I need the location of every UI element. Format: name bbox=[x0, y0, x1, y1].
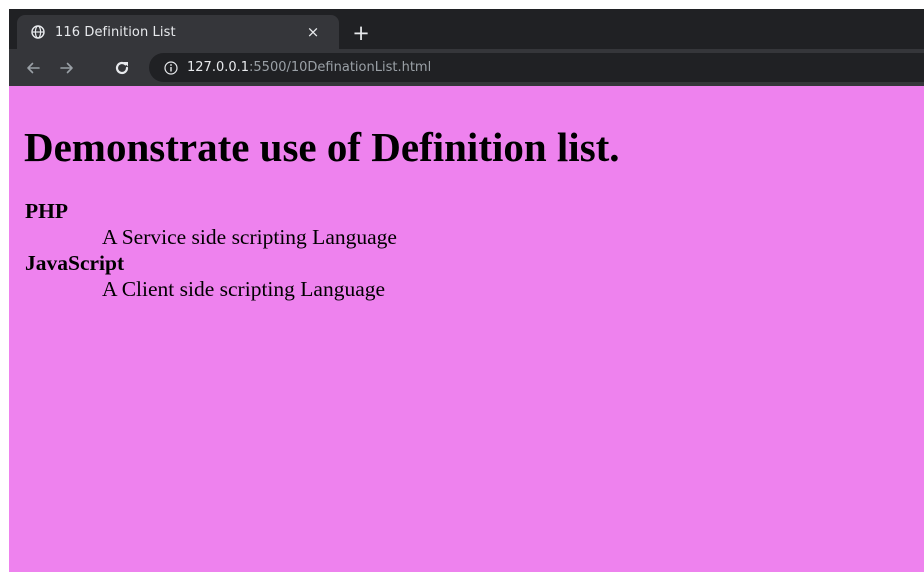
definition-description: A Service side scripting Language bbox=[102, 225, 397, 249]
back-button[interactable] bbox=[19, 54, 47, 82]
new-tab-button[interactable]: + bbox=[347, 19, 375, 47]
page-title: Demonstrate use of Definition list. bbox=[24, 124, 620, 170]
arrow-right-icon bbox=[60, 62, 73, 74]
close-icon[interactable]: × bbox=[301, 20, 325, 44]
reload-icon bbox=[115, 61, 129, 75]
forward-button[interactable] bbox=[53, 54, 81, 82]
page-content: Demonstrate use of Definition list. PHP … bbox=[9, 86, 924, 572]
url-host: 127.0.0.1 bbox=[187, 60, 250, 75]
definition-term: JavaScript bbox=[25, 251, 125, 275]
globe-icon bbox=[31, 25, 45, 39]
definition-list: PHP A Service side scripting Language Ja… bbox=[25, 198, 397, 302]
info-icon[interactable] bbox=[163, 60, 179, 76]
tab-active[interactable]: 116 Definition List × bbox=[17, 15, 339, 49]
reload-button[interactable] bbox=[108, 54, 136, 82]
browser-window: 116 Definition List × + 127.0.0.1:5500/1… bbox=[9, 9, 924, 572]
url-path: :5500/10DefinationList.html bbox=[249, 60, 432, 75]
arrow-left-icon bbox=[27, 62, 40, 74]
definition-term: PHP bbox=[25, 199, 68, 223]
definition-description: A Client side scripting Language bbox=[102, 277, 386, 301]
address-bar[interactable]: 127.0.0.1:5500/10DefinationList.html bbox=[149, 53, 924, 82]
url-text[interactable]: 127.0.0.1:5500/10DefinationList.html bbox=[187, 60, 431, 75]
tab-title: 116 Definition List bbox=[55, 24, 176, 40]
tab-strip: 116 Definition List × + bbox=[9, 9, 924, 49]
browser-toolbar: 127.0.0.1:5500/10DefinationList.html bbox=[9, 49, 924, 86]
